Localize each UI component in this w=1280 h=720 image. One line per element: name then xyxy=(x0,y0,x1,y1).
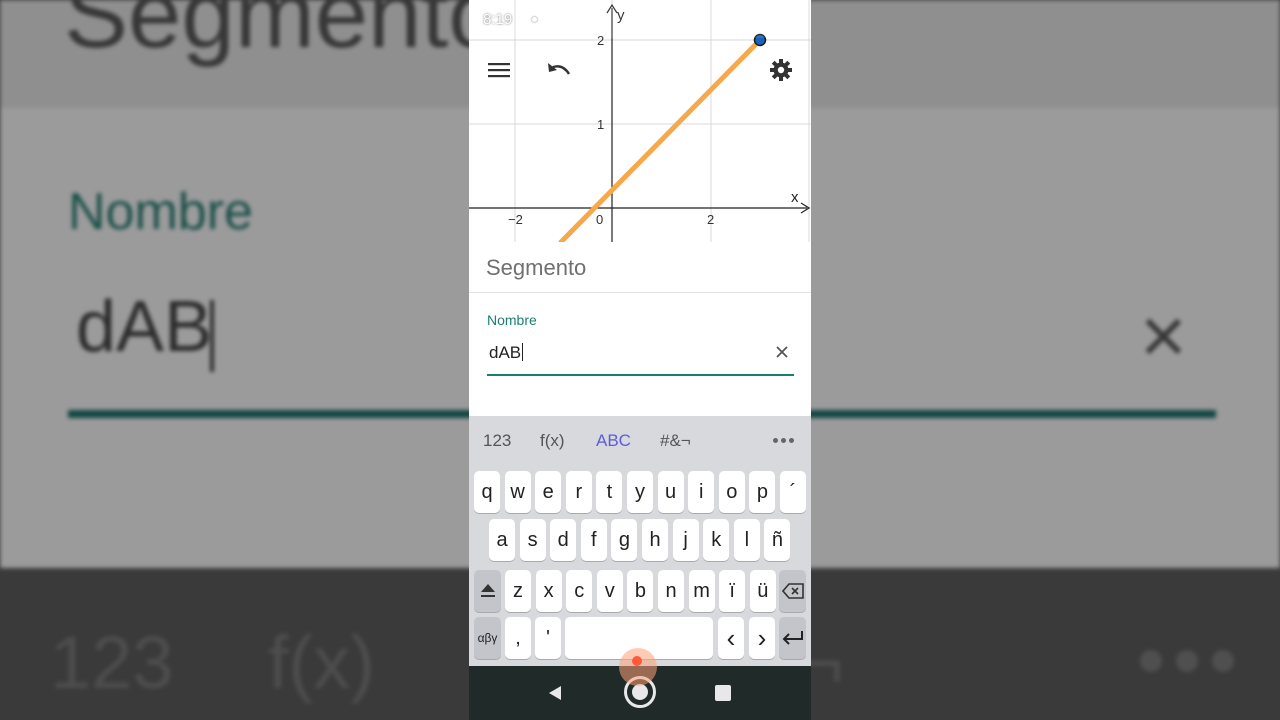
virtual-keyboard: 123 f(x) ABC #&¬ q w e r t y u i o p ´ asdfghjklñ … xyxy=(469,416,811,666)
backspace-key[interactable] xyxy=(779,570,806,612)
key-5[interactable]: n xyxy=(658,570,684,612)
sheet-divider xyxy=(469,292,811,293)
phone-screen: y x −2 0 2 1 2 8:19 Segmento Nombre dAB … xyxy=(469,0,811,720)
x-axis-label: x xyxy=(791,189,799,206)
key-1[interactable]: w xyxy=(504,471,531,513)
clear-button[interactable] xyxy=(771,341,793,363)
home-icon xyxy=(632,684,648,700)
key-7[interactable]: i xyxy=(688,471,715,513)
key-5[interactable]: h xyxy=(642,519,668,561)
gear-icon xyxy=(770,59,792,81)
x-tick-neg2: −2 xyxy=(508,212,523,227)
properties-sheet: Segmento Nombre dAB xyxy=(469,242,811,416)
key-7[interactable]: ï xyxy=(719,570,746,612)
undo-icon xyxy=(548,63,571,75)
key-1[interactable]: x xyxy=(535,570,562,612)
apostrophe-key[interactable]: ' xyxy=(535,617,561,659)
backspace-icon xyxy=(781,583,804,599)
key-4[interactable]: b xyxy=(627,570,654,612)
screen: Segmento Nombre dAB × 123 f(x) ¬ y x −2 … xyxy=(0,0,1280,720)
kb-tab-fx[interactable]: f(x) xyxy=(540,431,565,451)
key-2[interactable]: d xyxy=(550,519,577,561)
text-caret xyxy=(522,343,524,361)
cursor-right-key[interactable]: › xyxy=(749,617,775,659)
key-8[interactable]: o xyxy=(718,471,745,513)
status-time: 8:19 xyxy=(483,10,513,28)
recents-icon[interactable] xyxy=(715,685,731,701)
sheet-title: Segmento xyxy=(486,255,587,280)
more-icon[interactable] xyxy=(773,438,794,443)
enter-key[interactable] xyxy=(779,617,806,659)
key-2[interactable]: c xyxy=(566,570,593,612)
kb-tab-123[interactable]: 123 xyxy=(483,431,511,451)
menu-button[interactable] xyxy=(482,53,516,87)
key-6[interactable]: m xyxy=(688,570,715,612)
key-8[interactable]: ü xyxy=(749,570,776,612)
key-8[interactable]: l xyxy=(733,519,760,561)
battery-icon xyxy=(788,12,797,26)
signal-icon xyxy=(770,12,784,26)
name-field-label: Nombre xyxy=(487,312,537,328)
settings-button[interactable] xyxy=(764,53,798,87)
key-6[interactable]: j xyxy=(672,519,699,561)
key-0[interactable]: a xyxy=(489,519,515,561)
kb-tab-symbols[interactable]: #&¬ xyxy=(660,431,691,451)
key-3[interactable]: r xyxy=(565,471,592,513)
status-bar: 8:19 xyxy=(469,0,811,38)
name-input[interactable]: dAB xyxy=(489,343,524,363)
segment-dab xyxy=(558,37,763,245)
dot-icon xyxy=(742,17,746,21)
key-9[interactable]: ñ xyxy=(764,519,791,561)
status-icons xyxy=(742,12,797,26)
touch-indicator xyxy=(619,648,657,686)
key-4[interactable]: t xyxy=(596,471,623,513)
greek-key[interactable]: αβγ xyxy=(474,617,501,659)
comma-key[interactable]: , xyxy=(505,617,531,659)
key-9[interactable]: p xyxy=(749,471,776,513)
y-tick-1: 1 xyxy=(597,117,605,132)
key-7[interactable]: k xyxy=(703,519,730,561)
cursor-left-key[interactable]: ‹ xyxy=(718,617,744,659)
shift-icon xyxy=(480,584,495,597)
undo-button[interactable] xyxy=(542,53,576,87)
shift-key[interactable] xyxy=(474,570,501,612)
x-tick-2: 2 xyxy=(707,212,715,227)
x-tick-0: 0 xyxy=(596,212,604,227)
key-5[interactable]: y xyxy=(627,471,653,513)
graphics-view[interactable]: y x −2 0 2 1 2 8:19 xyxy=(469,0,811,245)
key-3[interactable]: f xyxy=(580,519,607,561)
key-0[interactable]: z xyxy=(505,570,531,612)
key-6[interactable]: u xyxy=(657,471,684,513)
close-icon xyxy=(776,346,788,358)
kb-tab-abc[interactable]: ABC xyxy=(596,431,631,451)
notification-dot-icon xyxy=(532,16,538,22)
name-field-underline xyxy=(487,374,794,376)
key-10[interactable]: ´ xyxy=(780,471,806,513)
back-icon[interactable] xyxy=(547,685,563,701)
key-4[interactable]: g xyxy=(611,519,638,561)
enter-icon xyxy=(782,631,803,645)
name-input-value: dAB xyxy=(489,343,522,362)
menu-icon xyxy=(488,63,510,78)
key-0[interactable]: q xyxy=(474,471,500,513)
key-1[interactable]: s xyxy=(519,519,546,561)
wifi-icon xyxy=(750,13,766,25)
key-2[interactable]: e xyxy=(535,471,562,513)
key-3[interactable]: v xyxy=(596,570,623,612)
